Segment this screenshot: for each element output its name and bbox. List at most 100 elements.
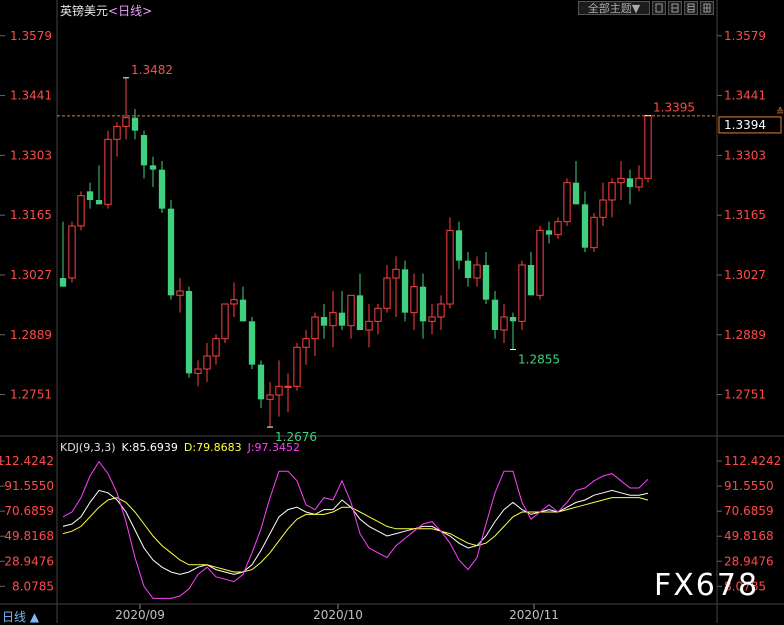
price-tick-label-right: 1.2889 xyxy=(724,328,766,342)
candle-body xyxy=(365,320,373,331)
kdj-tick-label-left: 8.0785 xyxy=(12,579,54,593)
kdj-k-value: K:85.6939 xyxy=(121,441,178,454)
candle-body xyxy=(545,230,553,235)
candle-body xyxy=(581,204,589,248)
theme-dropdown[interactable]: 全部主题▼ xyxy=(578,1,650,15)
candle-body xyxy=(167,208,175,296)
candle-body xyxy=(185,291,193,374)
candle-body xyxy=(599,199,607,218)
candle-body xyxy=(149,165,157,170)
layout-single-button[interactable] xyxy=(652,1,666,15)
candle-body xyxy=(635,177,643,188)
current-price-label: 1.3394 xyxy=(724,118,766,132)
kdj-tick-label-left: 112.4242 xyxy=(0,454,54,468)
period-selector[interactable]: 日线 ▲ xyxy=(2,608,39,625)
kdj-tick-label-left: 70.6859 xyxy=(4,504,54,518)
candlestick-series xyxy=(59,77,652,428)
candle-body xyxy=(194,368,202,374)
candle-body xyxy=(455,230,463,261)
candle-body xyxy=(302,338,310,348)
candle-body xyxy=(86,191,94,200)
candle-body xyxy=(203,355,211,370)
kdj-tick-label-right: 112.4242 xyxy=(724,454,781,468)
layout-quad-button[interactable] xyxy=(700,1,714,15)
layout-triple-button[interactable] xyxy=(684,1,698,15)
time-tick-label: 2020/11 xyxy=(509,608,559,622)
candle-body xyxy=(554,221,562,236)
axis-labels: 1.3579 1.3579 1.3441 1.3441 1.3303 1.3303 1.31… xyxy=(0,29,781,622)
candle-body xyxy=(392,268,400,279)
watermark-logo: FX678 xyxy=(654,568,760,603)
symbol-name: 英镑美元 xyxy=(60,4,109,18)
chevron-down-icon: ▼ xyxy=(631,2,641,15)
chart-title: 英镑美元<日线> xyxy=(60,2,152,19)
candle-body xyxy=(536,229,544,296)
candle-body xyxy=(230,299,238,305)
rows-icon xyxy=(687,3,695,13)
candle-body xyxy=(311,316,319,340)
timeframe-label: <日线> xyxy=(108,4,153,18)
kdj-tick-label-left: 28.9476 xyxy=(4,554,54,568)
kdj-name: KDJ(9,3,3) xyxy=(60,441,116,454)
kdj-tick-label-right: 70.6859 xyxy=(724,504,774,518)
candle-body xyxy=(500,316,508,331)
kdj-d-value: D:79.8683 xyxy=(183,441,242,454)
candle-body xyxy=(239,299,247,322)
extreme-label: 1.3395 xyxy=(653,101,695,115)
candle-body xyxy=(356,295,364,330)
candle-body xyxy=(419,286,427,322)
kdj-j-value: J:97.3452 xyxy=(247,441,301,454)
candle-body xyxy=(491,299,499,330)
candle-body xyxy=(140,135,148,166)
candle-body xyxy=(374,307,382,322)
grid-four-icon xyxy=(703,3,711,13)
candle-body xyxy=(338,312,346,326)
grid-icon xyxy=(655,3,663,13)
price-tick-label-right: 1.3441 xyxy=(724,89,766,103)
price-tick-label-left: 1.3579 xyxy=(10,29,52,43)
candle-body xyxy=(446,229,454,305)
time-tick-label: 2020/09 xyxy=(115,608,165,622)
price-marker-icon: ≙ xyxy=(776,106,784,118)
candle-body xyxy=(482,265,490,300)
candle-body xyxy=(383,277,391,309)
extreme-label: 1.3482 xyxy=(131,63,173,77)
price-tick-label-right: 1.2751 xyxy=(724,388,766,402)
candle-body xyxy=(527,265,535,296)
candle-body xyxy=(257,364,265,400)
candle-body xyxy=(473,264,481,279)
price-tick-label-left: 1.3165 xyxy=(10,208,52,222)
time-tick-label: 2020/10 xyxy=(313,608,363,622)
kdj-series xyxy=(62,460,649,599)
candle-body xyxy=(626,178,634,187)
candle-body xyxy=(104,138,112,205)
price-tick-label-left: 1.3441 xyxy=(10,89,52,103)
candle-body xyxy=(329,312,337,327)
layout-split-button[interactable] xyxy=(668,1,682,15)
kdj-tick-label-right: 91.5550 xyxy=(724,479,774,493)
price-tick-label-left: 1.3027 xyxy=(10,268,52,282)
candle-body xyxy=(590,216,598,249)
price-tick-label-right: 1.3303 xyxy=(724,148,766,162)
candle-body xyxy=(59,278,67,287)
theme-dropdown-label: 全部主题 xyxy=(587,2,632,15)
candle-body xyxy=(563,182,571,223)
candle-body xyxy=(77,195,85,227)
candle-body xyxy=(95,200,103,205)
candle-body xyxy=(248,321,256,365)
price-tick-label-left: 1.2751 xyxy=(10,388,52,402)
price-tick-label-right: 1.3165 xyxy=(724,208,766,222)
candle-body xyxy=(437,303,445,318)
candle-body xyxy=(428,316,436,322)
candle-body xyxy=(572,182,580,205)
kdj-tick-label-right: 28.9476 xyxy=(724,554,774,568)
candle-body xyxy=(518,264,526,322)
kdj-tick-label-left: 49.8168 xyxy=(4,529,54,543)
candle-body xyxy=(320,317,328,326)
chart-canvas: 1.3579 1.3579 1.3441 1.3441 1.3303 1.3303 1.31… xyxy=(0,0,784,623)
candle-body xyxy=(617,177,625,184)
candle-body xyxy=(293,346,301,387)
candle-body xyxy=(347,294,355,327)
price-tick-label-left: 1.2889 xyxy=(10,328,52,342)
kdj-tick-label-right: 49.8168 xyxy=(724,529,774,543)
